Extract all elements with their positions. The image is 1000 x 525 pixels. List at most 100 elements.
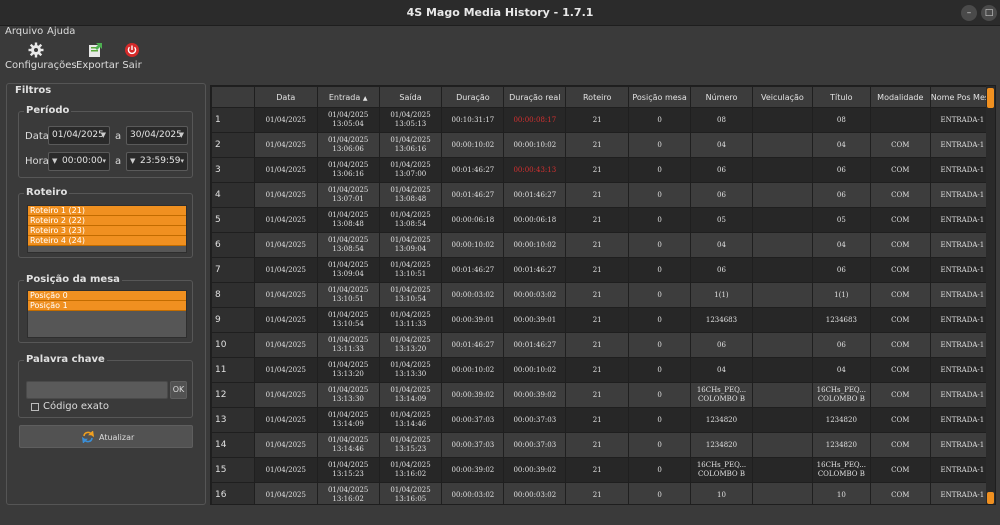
cell-duracao[interactable]: 00:00:10:02 bbox=[441, 132, 505, 158]
cell-duracao[interactable]: 00:01:46:27 bbox=[441, 182, 505, 208]
cell-numero[interactable]: 06 bbox=[690, 182, 753, 208]
cell-nome[interactable]: ENTRADA-1 bbox=[929, 257, 995, 283]
cell-posicao[interactable]: 0 bbox=[628, 107, 692, 133]
cell-nome[interactable]: ENTRADA-1 bbox=[929, 382, 995, 408]
cell-numero[interactable]: 04 bbox=[690, 132, 753, 158]
cell-numero[interactable]: 05 bbox=[690, 207, 753, 233]
list-item[interactable]: Roteiro 1 (21) bbox=[28, 206, 186, 216]
column-header-sorted[interactable]: Entrada ▲ bbox=[316, 86, 380, 108]
cell-nome[interactable]: ENTRADA-1 bbox=[929, 182, 995, 208]
cell-roteiro[interactable]: 21 bbox=[565, 107, 630, 133]
cell-posicao[interactable]: 0 bbox=[628, 157, 692, 183]
menu-arquivo[interactable]: Arquivo bbox=[5, 26, 43, 37]
cell-data[interactable]: 01/04/2025 bbox=[253, 482, 318, 504]
table-position-list[interactable]: Posição 0 Posição 1 bbox=[27, 290, 187, 338]
list-item[interactable]: Posição 1 bbox=[28, 301, 186, 311]
cell-nome[interactable]: ENTRADA-1 bbox=[929, 207, 995, 233]
cell-numero[interactable]: 1234683 bbox=[690, 307, 753, 333]
cell-saida[interactable]: 01/04/2025 13:08:48 bbox=[378, 182, 443, 208]
date-from-field[interactable]: 01/04/2025 ▼ bbox=[48, 126, 110, 145]
column-header[interactable]: Nome Pos Mesa bbox=[929, 86, 995, 108]
cell-titulo[interactable]: 06 bbox=[811, 157, 871, 183]
cell-modalidade[interactable]: COM bbox=[869, 207, 931, 233]
cell-data[interactable]: 01/04/2025 bbox=[253, 207, 318, 233]
cell-modalidade[interactable]: COM bbox=[869, 332, 931, 358]
column-header[interactable]: Veiculação bbox=[751, 86, 813, 108]
row-number[interactable]: 7 bbox=[211, 257, 255, 283]
cell-roteiro[interactable]: 21 bbox=[565, 157, 630, 183]
cell-modalidade[interactable]: COM bbox=[869, 282, 931, 308]
spinner-icon[interactable]: ▾ bbox=[102, 153, 106, 170]
cell-nome[interactable]: ENTRADA-1 bbox=[929, 282, 995, 308]
cell-titulo[interactable]: 06 bbox=[811, 182, 871, 208]
cell-real[interactable]: 00:00:37:03 bbox=[503, 432, 567, 458]
cell-entrada[interactable]: 01/04/2025 13:06:16 bbox=[316, 157, 380, 183]
cell-real[interactable]: 00:00:43:13 bbox=[503, 157, 567, 183]
cell-veiculacao[interactable] bbox=[751, 382, 813, 408]
cell-roteiro[interactable]: 21 bbox=[565, 457, 630, 483]
cell-saida[interactable]: 01/04/2025 13:06:16 bbox=[378, 132, 443, 158]
cell-roteiro[interactable]: 21 bbox=[565, 182, 630, 208]
cell-saida[interactable]: 01/04/2025 13:11:33 bbox=[378, 307, 443, 333]
cell-saida[interactable]: 01/04/2025 13:07:00 bbox=[378, 157, 443, 183]
cell-real[interactable]: 00:00:10:02 bbox=[503, 357, 567, 383]
cell-veiculacao[interactable] bbox=[751, 107, 813, 133]
cell-numero[interactable]: 1234820 bbox=[690, 432, 753, 458]
cell-entrada[interactable]: 01/04/2025 13:08:48 bbox=[316, 207, 380, 233]
cell-data[interactable]: 01/04/2025 bbox=[253, 432, 318, 458]
cell-duracao[interactable]: 00:00:37:03 bbox=[441, 432, 505, 458]
cell-entrada[interactable]: 01/04/2025 13:09:04 bbox=[316, 257, 380, 283]
cell-veiculacao[interactable] bbox=[751, 232, 813, 258]
scrollbar-thumb[interactable] bbox=[987, 88, 994, 108]
cell-data[interactable]: 01/04/2025 bbox=[253, 232, 318, 258]
maximize-button[interactable]: □ bbox=[981, 5, 997, 21]
cell-data[interactable]: 01/04/2025 bbox=[253, 307, 318, 333]
column-header[interactable]: Título bbox=[811, 86, 871, 108]
cell-real[interactable]: 00:00:39:02 bbox=[503, 457, 567, 483]
cell-titulo[interactable]: 04 bbox=[811, 132, 871, 158]
table-row[interactable]: 7 01/04/2025 01/04/2025 13:09:04 01/04/2025… bbox=[211, 257, 995, 283]
cell-modalidade[interactable]: COM bbox=[869, 432, 931, 458]
cell-entrada[interactable]: 01/04/2025 13:14:09 bbox=[316, 407, 380, 433]
cell-numero[interactable]: 1234820 bbox=[690, 407, 753, 433]
column-header[interactable]: Roteiro bbox=[565, 86, 630, 108]
cell-entrada[interactable]: 01/04/2025 13:11:33 bbox=[316, 332, 380, 358]
cell-roteiro[interactable]: 21 bbox=[565, 407, 630, 433]
cell-duracao[interactable]: 00:01:46:27 bbox=[441, 257, 505, 283]
cell-data[interactable]: 01/04/2025 bbox=[253, 407, 318, 433]
table-row[interactable]: 11 01/04/2025 01/04/2025 13:13:20 01/04/202… bbox=[211, 357, 995, 383]
cell-posicao[interactable]: 0 bbox=[628, 357, 692, 383]
cell-nome[interactable]: ENTRADA-1 bbox=[929, 357, 995, 383]
cell-nome[interactable]: ENTRADA-1 bbox=[929, 132, 995, 158]
cell-saida[interactable]: 01/04/2025 13:16:05 bbox=[378, 482, 443, 504]
cell-nome[interactable]: ENTRADA-1 bbox=[929, 157, 995, 183]
cell-roteiro[interactable]: 21 bbox=[565, 432, 630, 458]
cell-veiculacao[interactable] bbox=[751, 282, 813, 308]
cell-numero[interactable]: 04 bbox=[690, 357, 753, 383]
cell-posicao[interactable]: 0 bbox=[628, 132, 692, 158]
cell-titulo[interactable]: 16CHs_PEQ... COLOMBO B bbox=[811, 457, 871, 483]
cell-duracao[interactable]: 00:00:39:01 bbox=[441, 307, 505, 333]
cell-real[interactable]: 00:00:06:18 bbox=[503, 207, 567, 233]
cell-modalidade[interactable]: COM bbox=[869, 182, 931, 208]
table-row[interactable]: 4 01/04/2025 01/04/2025 13:07:01 01/04/2025… bbox=[211, 182, 995, 208]
cell-titulo[interactable]: 08 bbox=[811, 107, 871, 133]
cell-nome[interactable]: ENTRADA-1 bbox=[929, 107, 995, 133]
cell-duracao[interactable]: 00:01:46:27 bbox=[441, 157, 505, 183]
row-number[interactable]: 3 bbox=[211, 157, 255, 183]
cell-veiculacao[interactable] bbox=[751, 307, 813, 333]
cell-veiculacao[interactable] bbox=[751, 207, 813, 233]
cell-nome[interactable]: ENTRADA-1 bbox=[929, 332, 995, 358]
cell-posicao[interactable]: 0 bbox=[628, 332, 692, 358]
cell-duracao[interactable]: 00:00:03:02 bbox=[441, 282, 505, 308]
cell-modalidade[interactable]: COM bbox=[869, 357, 931, 383]
cell-real[interactable]: 00:00:03:02 bbox=[503, 282, 567, 308]
cell-numero[interactable]: 10 bbox=[690, 482, 753, 504]
table-row[interactable]: 15 01/04/2025 01/04/2025 13:15:23 01/04/202… bbox=[211, 457, 995, 483]
cell-saida[interactable]: 01/04/2025 13:10:54 bbox=[378, 282, 443, 308]
row-number[interactable]: 16 bbox=[211, 482, 255, 504]
cell-modalidade[interactable]: COM bbox=[869, 307, 931, 333]
cell-posicao[interactable]: 0 bbox=[628, 182, 692, 208]
table-row[interactable]: 8 01/04/2025 01/04/2025 13:10:51 01/04/2025… bbox=[211, 282, 995, 308]
table-row[interactable]: 16 01/04/2025 01/04/2025 13:16:02 01/04/202… bbox=[211, 482, 995, 504]
